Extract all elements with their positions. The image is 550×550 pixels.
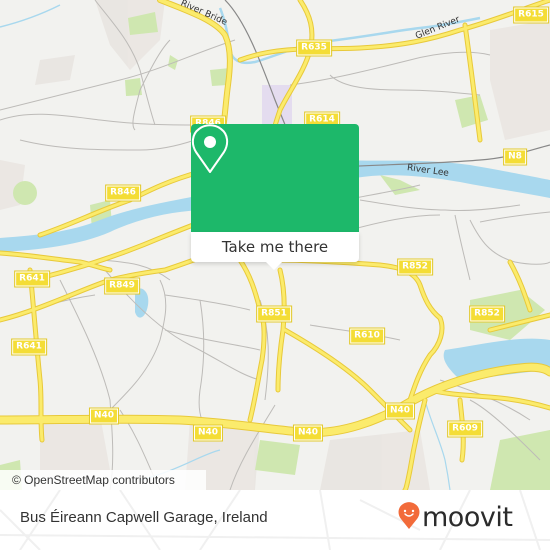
footer-bar: Bus Éireann Capwell Garage, Ireland moov… [0,490,550,550]
road-label-r615: R615 [513,6,549,24]
road-label-r635: R635 [296,39,332,57]
map-canvas[interactable]: R846 R614 R635 R615 N8 R846 R641 R849 R8… [0,0,550,490]
moovit-pin-icon [398,502,420,534]
road-label-n40: N40 [88,407,120,425]
road-label-r641: R641 [11,338,47,356]
popup-header [191,124,359,232]
road-label-r846: R846 [105,184,141,202]
location-name: Bus Éireann Capwell Garage, Ireland [20,509,268,526]
road-label-n8: N8 [503,148,527,166]
moovit-logo[interactable]: moovit [398,502,513,534]
road-label-n40: N40 [384,402,416,420]
location-popup: Take me there [191,124,359,270]
road-label-r852: R852 [469,305,505,323]
take-me-there-button[interactable]: Take me there [191,232,359,262]
popup-pointer [265,261,283,270]
road-label-r610: R610 [349,327,385,345]
moovit-wordmark: moovit [422,502,513,533]
road-label-r609: R609 [447,420,483,438]
road-label-r641: R641 [14,270,50,288]
road-label-n40: N40 [292,424,324,442]
map-attribution[interactable]: © OpenStreetMap contributors [0,470,206,490]
road-label-r851: R851 [256,305,292,323]
road-label-n40: N40 [192,424,224,442]
map-widget: R846 R614 R635 R615 N8 R846 R641 R849 R8… [0,0,550,550]
road-label-r852: R852 [397,258,433,276]
road-label-r849: R849 [104,277,140,295]
